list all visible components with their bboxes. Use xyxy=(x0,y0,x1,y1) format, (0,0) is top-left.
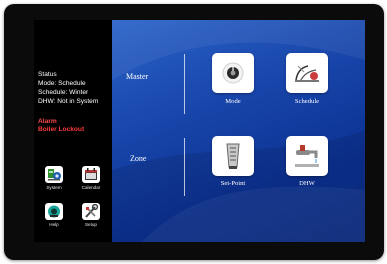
touch-screen: Status Mode: Schedule Schedule: Winter D… xyxy=(34,20,365,242)
status-panel: Status Mode: Schedule Schedule: Winter D… xyxy=(34,20,112,242)
set-point-label: Set-Point xyxy=(220,180,246,187)
alarm-block: Alarm Boiler Lockout xyxy=(38,118,84,134)
mode-tile[interactable] xyxy=(212,53,254,93)
status-schedule: Schedule: Winter xyxy=(38,89,89,96)
alarm-heading: Alarm xyxy=(38,118,57,125)
status-mode: Mode: Schedule xyxy=(38,80,86,87)
dhw-label: DHW xyxy=(299,180,315,187)
calendar-icon xyxy=(82,166,100,183)
master-bracket xyxy=(184,54,189,114)
alarm-value: Boiler Lockout xyxy=(38,126,85,133)
setup-icon xyxy=(82,203,100,220)
zone-bracket xyxy=(184,138,189,196)
help-button[interactable]: Help xyxy=(39,203,69,229)
set-point-tile[interactable] xyxy=(212,136,254,176)
status-heading: Status xyxy=(38,71,57,78)
main-menu-panel: Master Zone Mode Schedule Set-Point DHW xyxy=(112,20,365,242)
dhw-tile[interactable] xyxy=(286,136,328,176)
help-icon xyxy=(45,203,63,220)
system-icon xyxy=(45,166,63,183)
master-section-label: Master xyxy=(126,72,149,81)
calendar-button[interactable]: Calendar xyxy=(76,166,106,192)
system-button[interactable]: System xyxy=(39,166,69,192)
status-block: Status Mode: Schedule Schedule: Winter D… xyxy=(38,70,98,106)
schedule-icon xyxy=(295,65,319,83)
help-label: Help xyxy=(49,222,59,227)
set-point-icon xyxy=(226,143,240,169)
mode-label: Mode xyxy=(225,98,241,105)
mode-icon xyxy=(222,62,244,84)
calendar-label: Calendar xyxy=(81,185,101,190)
schedule-label: Schedule xyxy=(294,98,320,105)
system-label: System xyxy=(46,185,62,190)
setup-label: Setup xyxy=(84,222,97,227)
zone-section-label: Zone xyxy=(130,154,147,163)
setup-button[interactable]: Setup xyxy=(76,203,106,229)
faucet-icon xyxy=(295,145,319,167)
status-dhw: DHW: Not in System xyxy=(38,98,99,105)
schedule-tile[interactable] xyxy=(286,53,328,93)
